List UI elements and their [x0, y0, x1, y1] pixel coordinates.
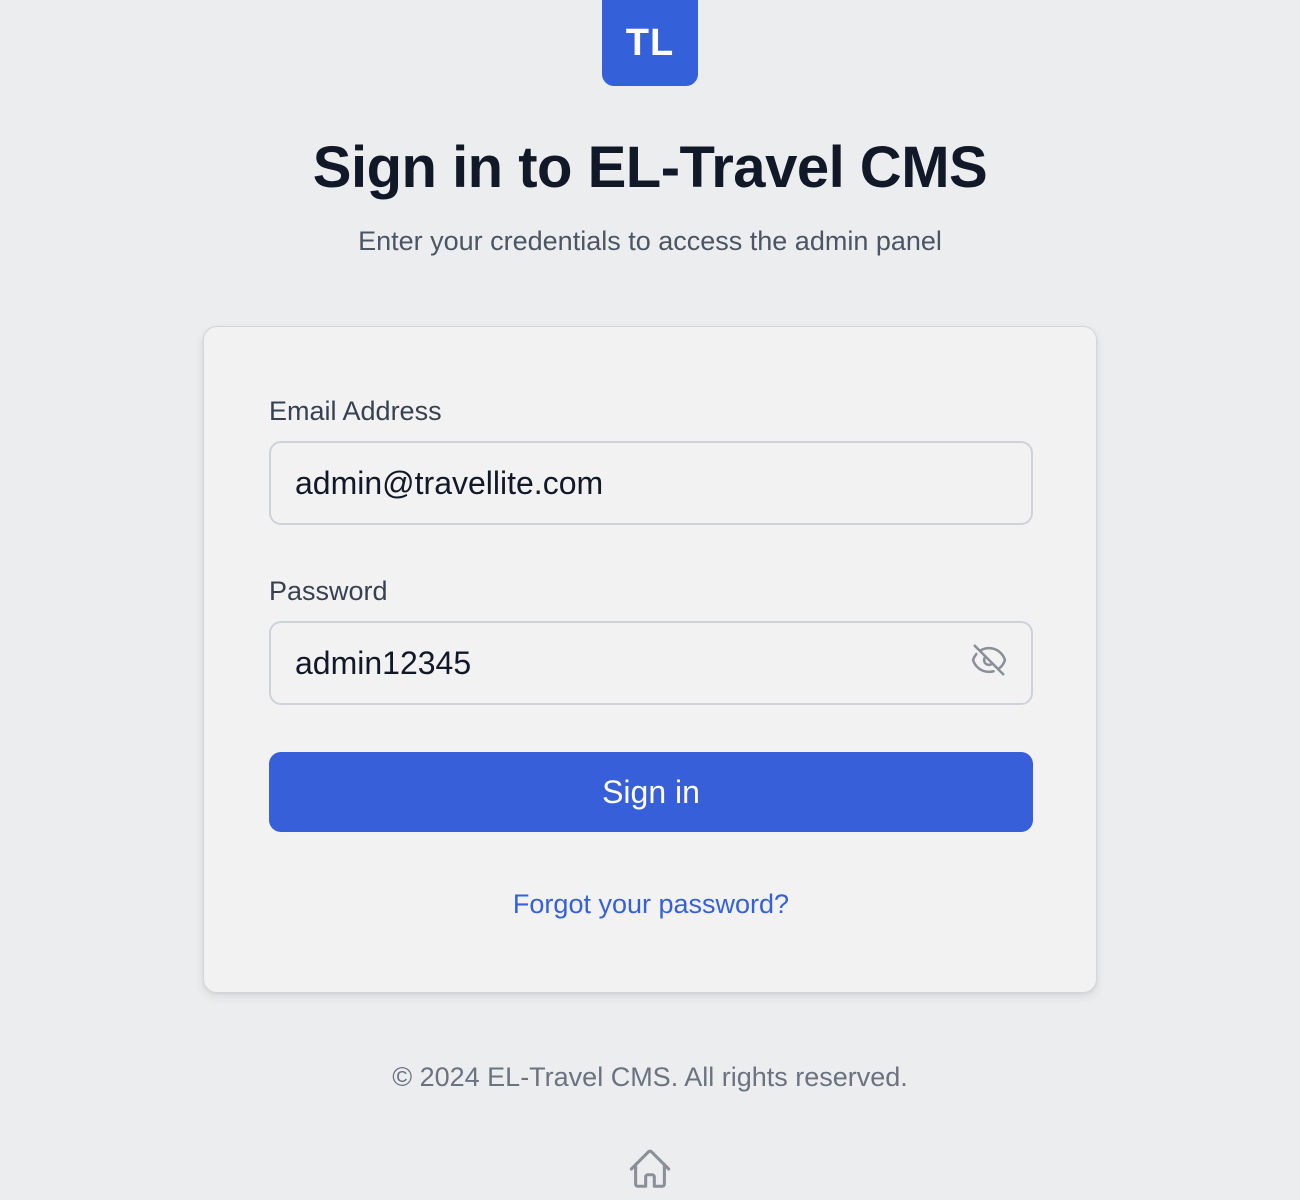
password-label: Password: [269, 576, 388, 606]
email-label: Email Address: [269, 396, 442, 426]
toggle-password-visibility-button[interactable]: [969, 640, 1009, 680]
eye-off-icon: [971, 644, 1007, 676]
footer-copyright: © 2024 EL-Travel CMS. All rights reserve…: [392, 1062, 908, 1092]
email-field[interactable]: [269, 441, 1033, 525]
home-icon[interactable]: [627, 1146, 673, 1192]
password-field[interactable]: [269, 621, 1033, 705]
forgot-password-link[interactable]: Forgot your password?: [204, 889, 1098, 920]
logo-text: TL: [625, 21, 675, 64]
login-card: Email Address Password Sign in Forgot yo…: [203, 326, 1097, 993]
brand-logo: TL: [602, 0, 698, 86]
page-title: Sign in to EL-Travel CMS: [312, 135, 988, 200]
page-subtitle: Enter your credentials to access the adm…: [358, 226, 942, 256]
sign-in-button[interactable]: Sign in: [269, 752, 1033, 832]
